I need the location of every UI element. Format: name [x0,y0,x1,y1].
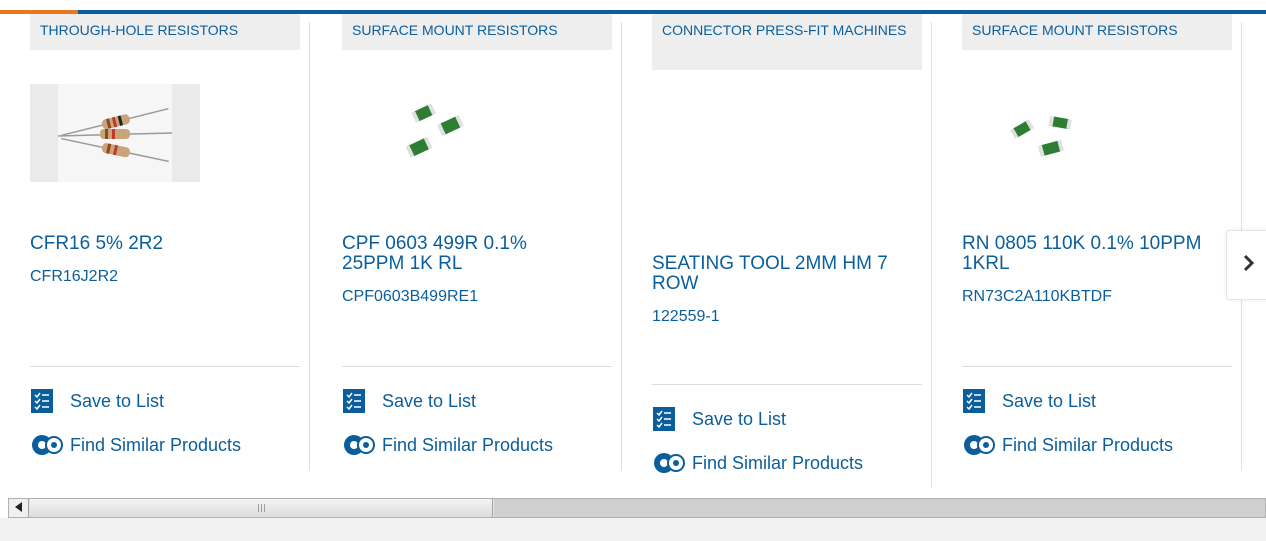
carousel-next-button[interactable] [1226,230,1266,300]
product-image[interactable] [30,84,200,182]
find-similar-products-button[interactable]: Find Similar Products [652,450,863,476]
product-category[interactable]: THROUGH-HOLE RESISTORS [30,14,300,50]
product-card: THROUGH-HOLE RESISTORS CFR16 5% 2R2 CFR1… [0,14,310,490]
product-sku[interactable]: 122559-1 [652,308,720,326]
card-divider [652,384,922,385]
find-similar-products-button[interactable]: Find Similar Products [962,432,1173,458]
find-similar-label: Find Similar Products [692,452,864,473]
save-to-list-label: Save to List [692,408,787,429]
product-title[interactable]: CFR16 5% 2R2 [30,234,280,254]
scrollbar-grip [257,504,265,512]
scroll-left-button[interactable] [9,499,29,517]
product-image[interactable] [962,84,1132,182]
checklist-icon [342,389,366,413]
product-category[interactable]: CONNECTOR PRESS-FIT MACHINES [652,14,922,70]
save-to-list-label: Save to List [70,390,165,411]
product-carousel: THROUGH-HOLE RESISTORS CFR16 5% 2R2 CFR1… [0,14,1266,490]
save-to-list-button[interactable]: Save to List [30,388,164,414]
product-sku[interactable]: CPF0603B499RE1 [342,288,478,306]
card-divider [962,366,1232,367]
card-divider [342,366,612,367]
save-to-list-button[interactable]: Save to List [342,388,476,414]
checklist-icon [962,389,986,413]
find-similar-label: Find Similar Products [70,434,242,455]
find-similar-label: Find Similar Products [382,434,554,455]
card-divider [30,366,300,367]
arrow-left-icon [14,499,23,517]
product-sku[interactable]: CFR16J2R2 [30,268,118,286]
gears-icon [342,433,378,457]
gears-icon [962,433,998,457]
product-sku[interactable]: RN73C2A110KBTDF [962,288,1112,306]
find-similar-products-button[interactable]: Find Similar Products [342,432,553,458]
product-card: SURFACE MOUNT RESISTORS RN 0805 110K 0.1… [932,14,1242,490]
product-card: CONNECTOR PRESS-FIT MACHINES SEATING TOO… [622,14,932,490]
save-to-list-label: Save to List [382,390,477,411]
gears-icon [30,433,66,457]
find-similar-label: Find Similar Products [1002,434,1174,455]
save-to-list-button[interactable]: Save to List [962,388,1096,414]
product-category[interactable]: SURFACE MOUNT RESISTORS [342,14,612,50]
gears-icon [652,451,688,475]
chevron-right-icon [1242,253,1256,278]
product-title[interactable]: SEATING TOOL 2MM HM 7 ROW [652,254,902,294]
product-title[interactable]: RN 0805 110K 0.1% 10PPM 1KRL [962,234,1212,274]
find-similar-products-button[interactable]: Find Similar Products [30,432,241,458]
product-category[interactable]: SURFACE MOUNT RESISTORS [962,14,1232,50]
scrollbar-track[interactable] [494,499,1265,517]
horizontal-scrollbar[interactable] [8,498,1266,518]
scrollbar-thumb[interactable] [30,499,493,517]
save-to-list-button[interactable]: Save to List [652,406,786,432]
checklist-icon [652,407,676,431]
save-to-list-label: Save to List [1002,390,1097,411]
product-image[interactable] [342,84,512,182]
card-separator [309,22,310,470]
page-footer-area [0,518,1266,541]
product-card: SURFACE MOUNT RESISTORS CPF 0603 499R 0.… [312,14,622,490]
checklist-icon [30,389,54,413]
product-title[interactable]: CPF 0603 499R 0.1% 25PPM 1K RL [342,234,592,274]
